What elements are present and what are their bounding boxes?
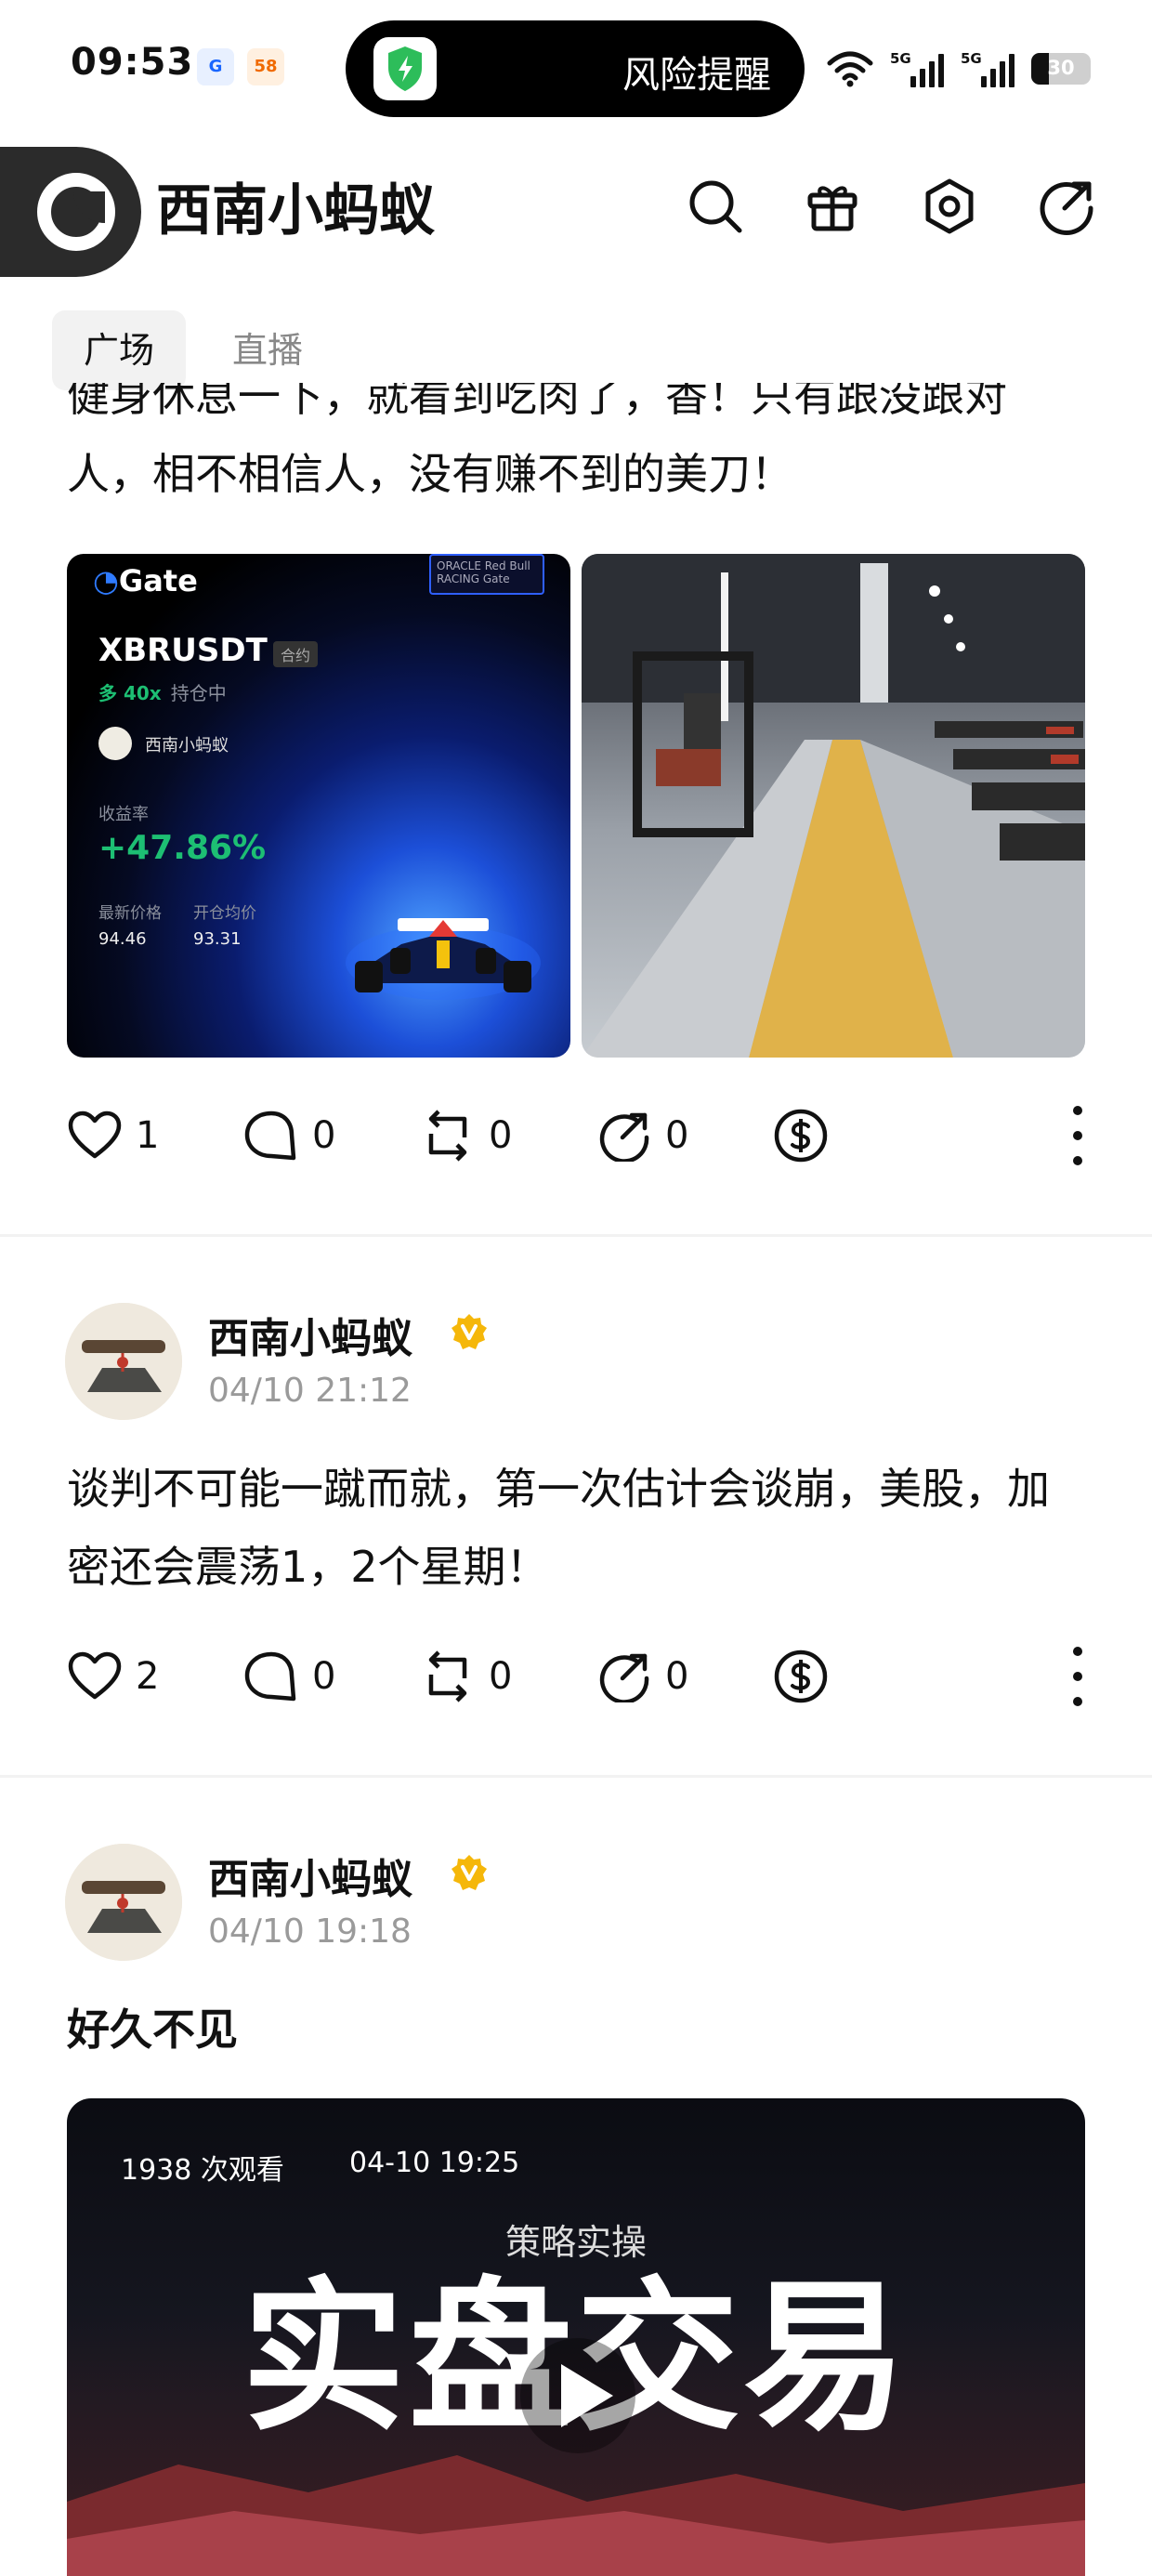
- status-indicators: 5G 5G 30: [827, 43, 1091, 95]
- tab-bar: 广场 直播: [52, 310, 334, 390]
- cell-signal-icon: 5G: [890, 50, 944, 87]
- repost-count: 0: [489, 1114, 513, 1157]
- partner-badge: ORACLE Red Bull RACING Gate: [429, 554, 544, 595]
- share-post-button[interactable]: 0: [596, 1100, 688, 1171]
- more-options-icon[interactable]: [1067, 1647, 1089, 1706]
- leverage-label: 多 40x 持仓中: [98, 682, 227, 704]
- return-value: +47.86%: [98, 829, 267, 867]
- tip-button[interactable]: [773, 1641, 829, 1712]
- signal-label: 5G: [961, 50, 982, 67]
- post-text-content: 健身休息一下，就看到吃肉了，香！只有跟没跟对人，相不相信人，没有赚不到的美刀！: [67, 383, 1007, 499]
- play-icon[interactable]: [513, 2331, 643, 2461]
- post-divider: [0, 1775, 1152, 1778]
- comment-icon: [244, 1651, 296, 1702]
- settings-icon[interactable]: [910, 167, 988, 245]
- entry-price-label: 开仓均价: [193, 904, 256, 923]
- repost-button[interactable]: 0: [420, 1100, 512, 1171]
- search-icon[interactable]: [676, 167, 754, 245]
- heart-icon: [68, 1651, 122, 1700]
- post-text: 好久不见: [67, 2004, 238, 2055]
- video-date: 04-10 19:25: [349, 2147, 520, 2179]
- share-count: 0: [665, 1655, 689, 1698]
- post-actions: 1 0 0 0: [67, 1100, 1089, 1171]
- contract-tag: 合约: [273, 641, 319, 667]
- post-images: ◔Gate ORACLE Red Bull RACING Gate XBRUSD…: [67, 554, 1085, 1058]
- post-author[interactable]: 西南小蚂蚁: [208, 1846, 412, 1905]
- comment-icon: [244, 1111, 296, 1161]
- avatar: [98, 727, 132, 760]
- risk-alert-pill[interactable]: 风险提醒: [346, 20, 805, 117]
- verified-badge-icon: [452, 1855, 487, 1890]
- ant-avatar-image: [65, 1303, 182, 1420]
- share-count: 0: [665, 1114, 689, 1157]
- gym-scene-image: [582, 554, 1085, 1058]
- share-icon: [599, 1653, 649, 1702]
- race-car-image: [346, 918, 541, 1000]
- tab-live[interactable]: 直播: [201, 310, 334, 390]
- status-time: 09:53: [71, 41, 194, 84]
- repost-icon: [428, 1110, 467, 1162]
- post-text: 谈判不可能一蹴而就，第一次估计会谈崩，美股，加密还会震荡1，2个星期！: [67, 1464, 1050, 1592]
- more-options-icon[interactable]: [1067, 1106, 1089, 1165]
- gym-photo[interactable]: [582, 554, 1085, 1058]
- post-divider: [0, 1234, 1152, 1237]
- back-button[interactable]: [0, 147, 141, 277]
- like-count: 1: [136, 1114, 160, 1157]
- video-subtitle: 策略实操: [504, 2222, 647, 2263]
- page-title: 西南小蚂蚁: [156, 178, 435, 243]
- avatar[interactable]: [65, 1303, 182, 1420]
- signal-label: 5G: [890, 50, 911, 67]
- post-text: 健身休息一下，就看到吃肉了，香！只有跟没跟对人，相不相信人，没有赚不到的美刀！: [67, 383, 1089, 520]
- gate-logo-icon: [37, 173, 115, 251]
- verified-badge-icon: [452, 1314, 487, 1349]
- battery-icon: 30: [1031, 53, 1091, 85]
- comment-button[interactable]: 0: [243, 1641, 335, 1712]
- video-views: 1938 次观看: [121, 2154, 284, 2187]
- status-bar: 09:53 G 58 风险提醒 5G 5G 30: [0, 0, 1152, 130]
- like-count: 2: [136, 1655, 160, 1698]
- trade-symbol: XBRUSDT: [98, 632, 268, 669]
- trade-user: 西南小蚂蚁: [145, 736, 229, 756]
- risk-alert-text: 风险提醒: [622, 54, 771, 97]
- latest-price-label: 最新价格: [98, 904, 162, 923]
- like-button[interactable]: 2: [67, 1641, 159, 1712]
- return-label: 收益率: [98, 805, 149, 824]
- ant-avatar-image: [65, 1844, 182, 1961]
- post-actions: 2 0 0 0: [67, 1641, 1089, 1712]
- tip-button[interactable]: [773, 1100, 829, 1171]
- cell-signal-icon: 5G: [961, 50, 1015, 87]
- comment-count: 0: [312, 1114, 336, 1157]
- dollar-coin-icon: [774, 1649, 828, 1703]
- heart-icon: [68, 1111, 122, 1159]
- share-post-button[interactable]: 0: [596, 1641, 688, 1712]
- notification-app-icon: 58: [247, 48, 284, 85]
- share-icon[interactable]: [1028, 167, 1106, 245]
- video-card[interactable]: 1938 次观看 04-10 19:25 策略实操 实盘交易: [67, 2098, 1085, 2576]
- dollar-coin-icon: [774, 1109, 828, 1163]
- latest-price: 94.46: [98, 929, 147, 949]
- tab-square[interactable]: 广场: [52, 310, 187, 390]
- notification-app-icon: G: [197, 48, 234, 85]
- repost-count: 0: [489, 1655, 513, 1698]
- share-icon: [599, 1112, 649, 1162]
- post-time: 04/10 19:18: [208, 1912, 412, 1951]
- gate-brand: ◔Gate: [93, 563, 198, 598]
- avatar[interactable]: [65, 1844, 182, 1961]
- wifi-icon: [827, 51, 873, 87]
- comment-count: 0: [312, 1655, 336, 1698]
- gift-icon[interactable]: [793, 167, 871, 245]
- post-time: 04/10 21:12: [208, 1372, 412, 1410]
- shield-icon: [373, 37, 437, 100]
- profile-header: 西南小蚂蚁: [0, 139, 1152, 279]
- post-author[interactable]: 西南小蚂蚁: [208, 1305, 412, 1364]
- like-button[interactable]: 1: [67, 1100, 159, 1171]
- repost-icon: [428, 1650, 467, 1702]
- entry-price: 93.31: [193, 929, 242, 949]
- comment-button[interactable]: 0: [243, 1100, 335, 1171]
- repost-button[interactable]: 0: [420, 1641, 512, 1712]
- battery-level: 30: [1047, 57, 1075, 79]
- trade-share-image[interactable]: ◔Gate ORACLE Red Bull RACING Gate XBRUSD…: [67, 554, 570, 1058]
